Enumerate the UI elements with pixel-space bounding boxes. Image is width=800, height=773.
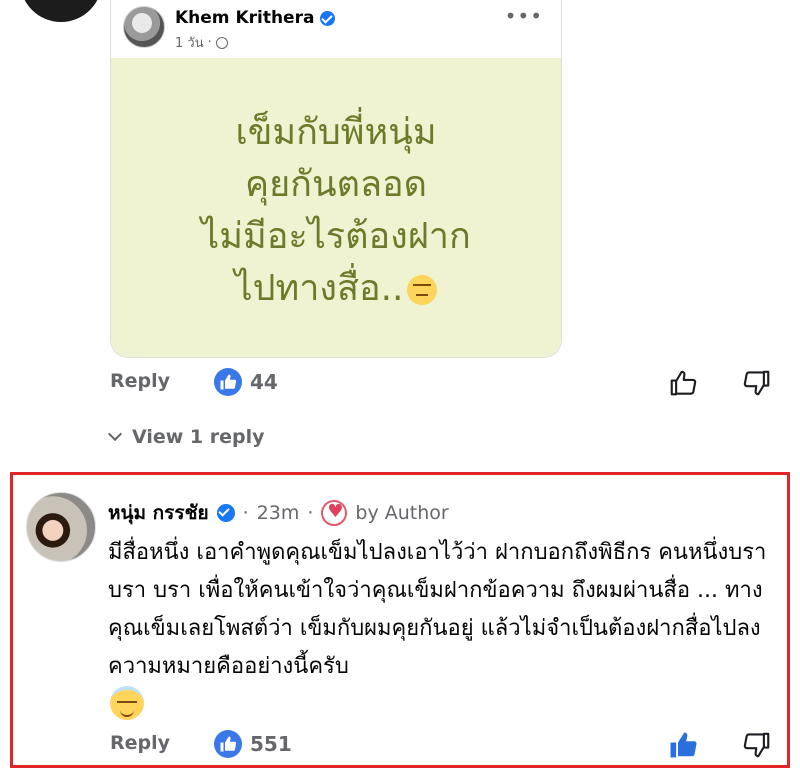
shared-post-body: เข็มกับพี่หนุ่ม คุยกันตลอด ไม่มีอะไรต้อง… (111, 58, 561, 357)
more-options-icon[interactable]: ••• (505, 4, 543, 28)
shared-post-meta: 1 วัน · (175, 32, 228, 53)
reply-button[interactable]: Reply (110, 370, 170, 392)
shared-post-author[interactable]: Khem Krithera (175, 8, 336, 28)
post-line: คุยกันตลอด (244, 164, 428, 205)
comment-header: หนุ่ม กรรชัย · 23m · by Author (108, 498, 449, 528)
unamused-face-emoji-icon (407, 275, 438, 305)
like-count[interactable]: 551 (250, 732, 292, 756)
post-line: ไปทางสื่อ.. (234, 268, 404, 309)
like-reaction-icon[interactable] (214, 368, 242, 396)
chevron-down-icon (107, 426, 123, 442)
like-outline-icon[interactable] (668, 368, 698, 398)
post-line: ไม่มีอะไรต้องฝาก (201, 216, 471, 257)
previous-commenter-avatar[interactable] (20, 0, 102, 22)
reply-button[interactable]: Reply (110, 732, 170, 754)
comment-text: มีสื่อหนึ่ง เอาคำพูดคุณเข็มไปลงเอาไว้ว่า… (108, 540, 767, 679)
verified-badge-icon (216, 504, 235, 522)
view-replies-button[interactable]: View 1 reply (107, 426, 265, 448)
shared-post-author-avatar[interactable] (123, 6, 165, 48)
shared-post-card[interactable]: Khem Krithera 1 วัน · ••• เข็มกับพี่หนุ่… (110, 0, 562, 358)
like-reaction-icon[interactable] (214, 730, 242, 758)
view-replies-label: View 1 reply (132, 426, 265, 448)
comment-actions: Reply 551 (0, 728, 800, 764)
verified-badge-icon (320, 10, 336, 26)
dislike-outline-icon[interactable] (742, 730, 772, 760)
by-author-label: by Author (355, 502, 449, 524)
shared-post-header: Khem Krithera 1 วัน · ••• (111, 0, 561, 58)
author-heart-icon (321, 500, 348, 526)
like-count[interactable]: 44 (250, 370, 278, 394)
like-filled-icon[interactable] (668, 730, 698, 760)
commenter-name[interactable]: หนุ่ม กรรชัย (108, 498, 209, 528)
first-comment-actions: Reply 44 (0, 366, 800, 402)
shared-post-time[interactable]: 1 วัน (175, 32, 204, 53)
separator-dot: · (307, 502, 314, 524)
post-line: เข็มกับพี่หนุ่ม (235, 112, 437, 153)
comment-time[interactable]: 23m (257, 502, 300, 524)
dislike-outline-icon[interactable] (742, 368, 772, 398)
separator-dot: · (242, 502, 249, 524)
globe-icon (215, 36, 228, 49)
commenter-avatar[interactable] (26, 492, 96, 562)
smiling-face-with-halo-emoji-icon (110, 686, 144, 720)
shared-post-author-name[interactable]: Khem Krithera (175, 8, 314, 28)
post-line-with-emoji: ไปทางสื่อ.. (235, 263, 438, 315)
